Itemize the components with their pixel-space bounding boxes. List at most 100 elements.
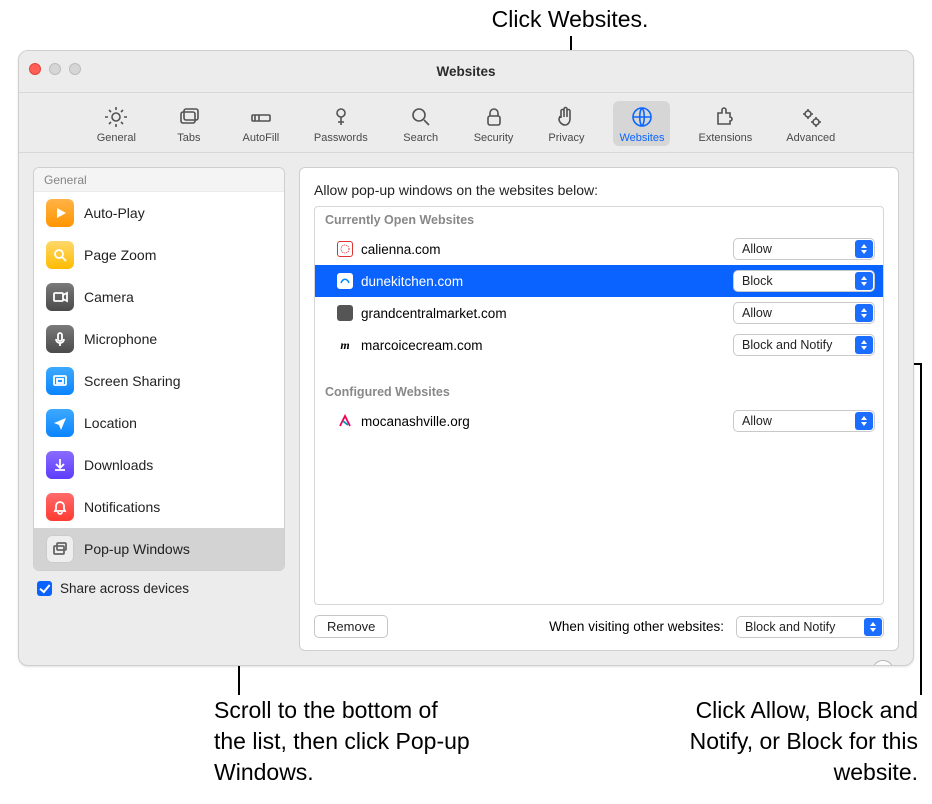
toolbar-general[interactable]: General <box>91 101 142 146</box>
toolbar-label: General <box>97 132 136 144</box>
website-name: mocanashville.org <box>361 414 725 429</box>
chevron-updown-icon <box>855 412 873 430</box>
toolbar-label: Search <box>403 132 438 144</box>
permission-popup[interactable]: Allow <box>733 238 875 260</box>
sidebar-item-popup-windows[interactable]: Pop-up Windows <box>34 528 284 570</box>
toolbar-passwords[interactable]: Passwords <box>308 101 374 146</box>
window-controls <box>29 63 81 75</box>
toolbar-extensions[interactable]: Extensions <box>692 101 758 146</box>
toolbar-search[interactable]: Search <box>396 101 446 146</box>
chevron-updown-icon <box>855 272 873 290</box>
zoom-button[interactable] <box>69 63 81 75</box>
gear-icon <box>104 105 128 129</box>
toolbar-label: AutoFill <box>243 132 280 144</box>
toolbar-label: Extensions <box>698 132 752 144</box>
preferences-toolbar: General Tabs AutoFill Passwords Search S… <box>19 93 913 153</box>
globe-icon <box>630 105 654 129</box>
close-button[interactable] <box>29 63 41 75</box>
pencil-icon <box>249 105 273 129</box>
sidebar-item-label: Downloads <box>84 457 153 473</box>
sidebar-item-pagezoom[interactable]: Page Zoom <box>34 234 284 276</box>
sidebar-list[interactable]: Auto-Play Page Zoom Camera Microphone <box>34 192 284 570</box>
window-body: General Auto-Play Page Zoom Camera <box>19 155 913 665</box>
website-row[interactable]: mocanashville.org Allow <box>315 405 883 437</box>
website-table: Currently Open Websites calienna.com All… <box>314 206 884 605</box>
permission-popup[interactable]: Block <box>733 270 875 292</box>
website-row[interactable]: grandcentralmarket.com Allow <box>315 297 883 329</box>
toolbar-advanced[interactable]: Advanced <box>780 101 841 146</box>
bottom-bar: Remove When visiting other websites: Blo… <box>314 615 884 638</box>
favicon-icon <box>337 273 353 289</box>
toolbar-label: Privacy <box>548 132 584 144</box>
chevron-updown-icon <box>855 240 873 258</box>
popup-value: Block <box>742 274 773 288</box>
toolbar-autofill[interactable]: AutoFill <box>236 101 286 146</box>
remove-button[interactable]: Remove <box>314 615 388 638</box>
popup-value: Allow <box>742 242 772 256</box>
sidebar-item-screensharing[interactable]: Screen Sharing <box>34 360 284 402</box>
sidebar: General Auto-Play Page Zoom Camera <box>33 167 285 571</box>
main-heading: Allow pop-up windows on the websites bel… <box>314 182 884 198</box>
toolbar-label: Passwords <box>314 132 368 144</box>
location-icon <box>46 409 74 437</box>
titlebar: Websites <box>19 51 913 93</box>
minimize-button[interactable] <box>49 63 61 75</box>
chevron-updown-icon <box>855 304 873 322</box>
favicon-icon: m <box>337 337 353 353</box>
sidebar-item-downloads[interactable]: Downloads <box>34 444 284 486</box>
website-name: grandcentralmarket.com <box>361 306 725 321</box>
popup-value: Block and Notify <box>742 338 832 352</box>
camera-icon <box>46 283 74 311</box>
website-name: marcoicecream.com <box>361 338 725 353</box>
callout-line-br-v <box>920 363 922 695</box>
sidebar-item-label: Pop-up Windows <box>84 541 190 557</box>
open-websites-header: Currently Open Websites <box>315 207 883 233</box>
sidebar-item-label: Location <box>84 415 137 431</box>
key-icon <box>329 105 353 129</box>
website-row[interactable]: dunekitchen.com Block <box>315 265 883 297</box>
puzzle-icon <box>713 105 737 129</box>
hand-icon <box>554 105 578 129</box>
sidebar-item-label: Page Zoom <box>84 247 156 263</box>
zoom-icon <box>46 241 74 269</box>
play-icon <box>46 199 74 227</box>
toolbar-tabs[interactable]: Tabs <box>164 101 214 146</box>
toolbar-label: Security <box>474 132 514 144</box>
sidebar-item-microphone[interactable]: Microphone <box>34 318 284 360</box>
help-button[interactable]: ? <box>872 660 894 666</box>
sidebar-item-autoplay[interactable]: Auto-Play <box>34 192 284 234</box>
gears-icon <box>799 105 823 129</box>
other-websites-label: When visiting other websites: <box>549 619 724 634</box>
window-title: Websites <box>436 64 495 79</box>
toolbar-label: Tabs <box>177 132 200 144</box>
sidebar-item-camera[interactable]: Camera <box>34 276 284 318</box>
other-websites-popup[interactable]: Block and Notify <box>736 616 884 638</box>
website-name: dunekitchen.com <box>361 274 725 289</box>
callout-bottom-left: Scroll to the bottom of the list, then c… <box>214 695 474 788</box>
website-row[interactable]: calienna.com Allow <box>315 233 883 265</box>
popup-value: Allow <box>742 414 772 428</box>
sidebar-item-label: Microphone <box>84 331 157 347</box>
permission-popup[interactable]: Block and Notify <box>733 334 875 356</box>
sidebar-item-notifications[interactable]: Notifications <box>34 486 284 528</box>
website-row[interactable]: m marcoicecream.com Block and Notify <box>315 329 883 361</box>
chevron-updown-icon <box>864 618 882 636</box>
sidebar-item-location[interactable]: Location <box>34 402 284 444</box>
sidebar-item-label: Notifications <box>84 499 160 515</box>
share-across-devices-checkbox[interactable]: Share across devices <box>37 581 285 596</box>
toolbar-privacy[interactable]: Privacy <box>541 101 591 146</box>
toolbar-security[interactable]: Security <box>468 101 520 146</box>
checkbox-label: Share across devices <box>60 581 189 596</box>
bell-icon <box>46 493 74 521</box>
chevron-updown-icon <box>855 336 873 354</box>
toolbar-websites[interactable]: Websites <box>613 101 670 146</box>
permission-popup[interactable]: Allow <box>733 302 875 324</box>
sidebar-item-label: Screen Sharing <box>84 373 181 389</box>
checkbox-icon <box>37 581 52 596</box>
sidebar-item-label: Camera <box>84 289 134 305</box>
lock-icon <box>482 105 506 129</box>
toolbar-label: Advanced <box>786 132 835 144</box>
permission-popup[interactable]: Allow <box>733 410 875 432</box>
tabs-icon <box>177 105 201 129</box>
preferences-window: Websites General Tabs AutoFill Passwords… <box>18 50 914 666</box>
